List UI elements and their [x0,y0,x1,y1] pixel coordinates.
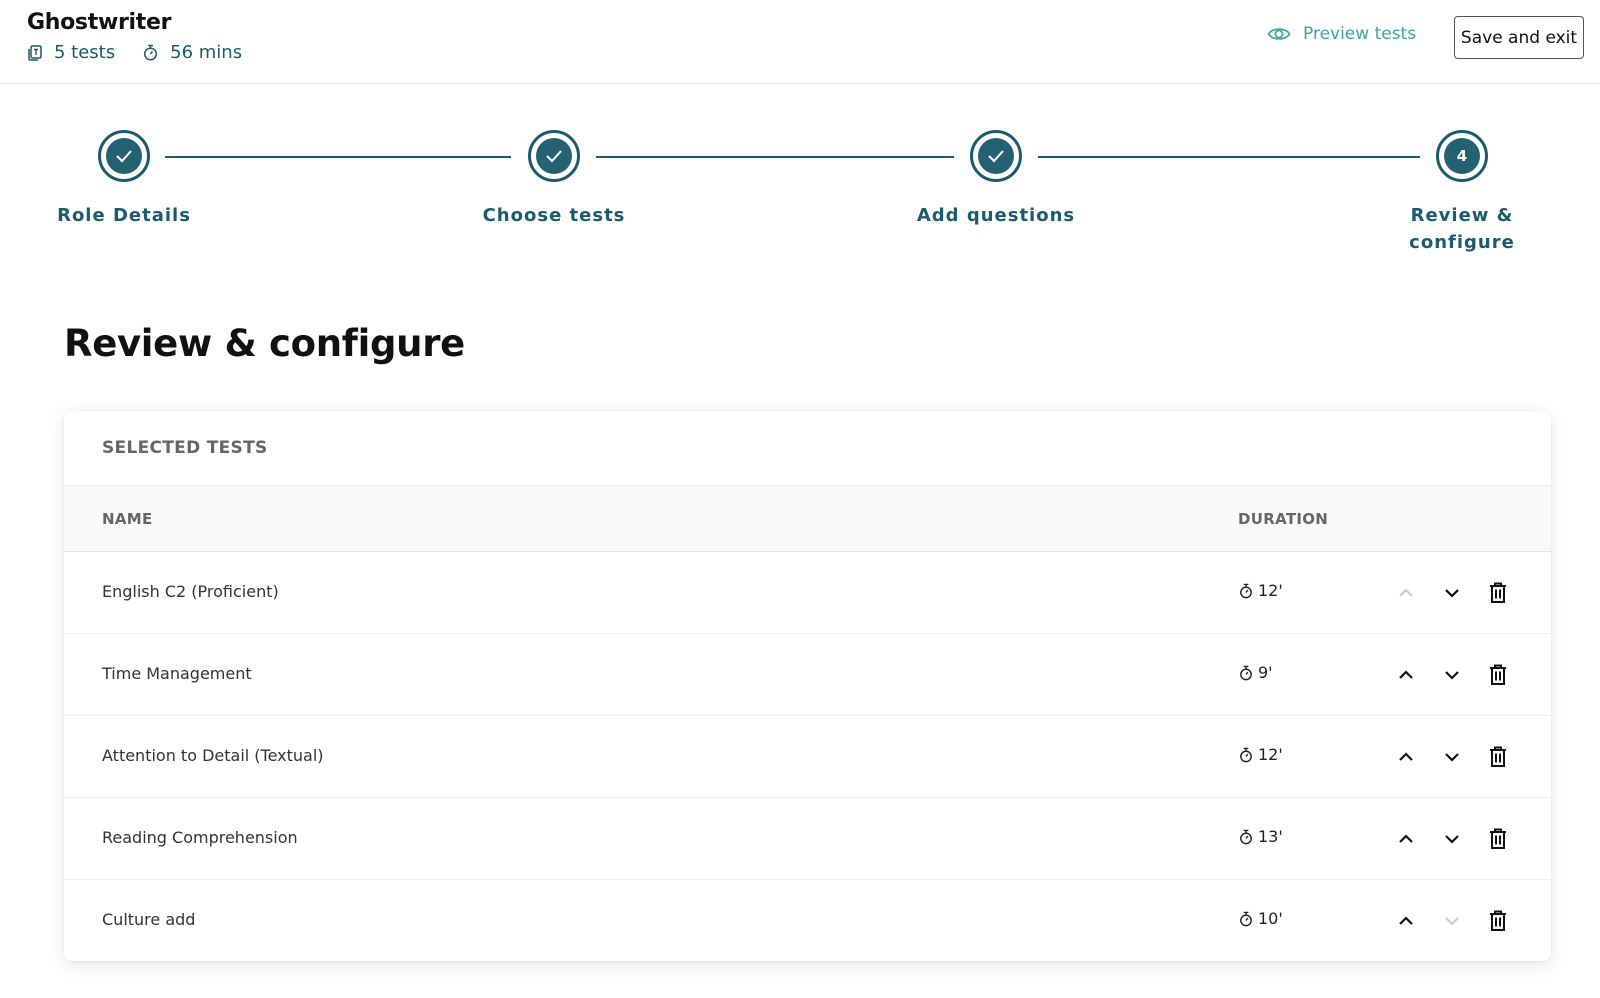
move-down-button [1437,906,1467,936]
stopwatch-icon [1240,829,1252,844]
move-down-button[interactable] [1437,742,1467,772]
chevron-down-icon [1445,671,1459,680]
delete-test-button[interactable] [1483,742,1513,772]
eye-icon [1267,28,1291,40]
save-and-exit-button[interactable]: Save and exit [1454,16,1584,59]
test-name: Time Management [102,664,252,683]
delete-test-button[interactable] [1483,578,1513,608]
top-bar: Ghostwriter 5 tests 56 mins Preview test… [0,0,1600,84]
test-name: Reading Comprehension [102,828,298,847]
test-document-icon [28,44,42,61]
test-duration: 12' [1239,745,1283,764]
step-choose-tests[interactable]: Choose tests [454,130,654,229]
tests-count-text: 5 tests [54,42,116,63]
trash-icon [1490,828,1506,849]
move-up-button[interactable] [1391,742,1421,772]
trash-icon [1490,582,1506,603]
move-up-button [1391,578,1421,608]
test-name: Attention to Detail (Textual) [102,746,324,765]
step-indicator [98,130,150,182]
stopwatch-icon [1240,747,1252,762]
table-row: Culture add 10' [64,880,1551,961]
test-name: Culture add [102,910,196,929]
trash-icon [1490,746,1506,767]
total-duration: 56 mins [143,42,242,63]
step-number: 4 [1444,138,1480,174]
checkmark-icon [116,150,132,163]
trash-icon [1490,664,1506,685]
test-duration-value: 9' [1258,663,1273,682]
delete-test-button[interactable] [1483,824,1513,854]
step-indicator [970,130,1022,182]
step-label: Choose tests [482,205,626,226]
table-row: Reading Comprehension 13' [64,798,1551,880]
move-down-button[interactable] [1437,824,1467,854]
assessment-title: Ghostwriter [27,10,172,35]
test-duration: 13' [1239,827,1283,846]
card-title: SELECTED TESTS [64,411,1551,486]
step-label: Add questions [916,205,1076,226]
chevron-down-icon [1445,753,1459,762]
chevron-up-icon [1399,916,1413,925]
checkmark-icon [546,150,562,163]
preview-tests-button[interactable]: Preview tests [1267,24,1416,44]
delete-test-button[interactable] [1483,660,1513,690]
chevron-up-icon [1399,670,1413,679]
preview-tests-label: Preview tests [1303,24,1417,44]
chevron-up-icon [1399,834,1413,843]
step-indicator [528,130,580,182]
column-header-duration: DURATION [1238,510,1329,528]
stopwatch-icon [144,44,158,61]
stopwatch-icon [1240,911,1252,926]
step-label: Review & configure [1409,205,1515,253]
move-up-button[interactable] [1391,906,1421,936]
column-header-name: NAME [102,510,153,528]
test-duration-value: 13' [1258,827,1283,846]
trash-icon [1490,910,1506,931]
move-up-button[interactable] [1391,660,1421,690]
checkmark-icon [988,150,1004,163]
chevron-up-icon [1399,588,1413,597]
chevron-down-icon [1445,835,1459,844]
selected-tests-card: SELECTED TESTS NAME DURATION English C2 … [64,411,1551,961]
chevron-down-icon [1445,589,1459,598]
stopwatch-icon [1240,583,1252,598]
progress-stepper: Role Details Choose tests Add questions … [0,130,1600,260]
tests-count: 5 tests [28,42,115,63]
step-review-configure[interactable]: 4 Review & configure [1397,130,1527,256]
test-name: English C2 (Proficient) [102,582,279,601]
page-title: Review & configure [64,322,465,365]
test-duration: 12' [1239,581,1283,600]
assessment-meta: 5 tests 56 mins [28,42,270,63]
step-label: Role Details [57,205,191,226]
stopwatch-icon [1240,665,1252,680]
move-up-button[interactable] [1391,824,1421,854]
chevron-down-icon [1445,917,1459,926]
move-down-button[interactable] [1437,660,1467,690]
chevron-up-icon [1399,752,1413,761]
step-role-details[interactable]: Role Details [24,130,224,229]
move-down-button[interactable] [1437,578,1467,608]
test-duration: 9' [1239,663,1273,682]
table-body: English C2 (Proficient) 12' Time Managem… [64,552,1551,961]
table-header: NAME DURATION [64,486,1551,552]
table-row: English C2 (Proficient) 12' [64,552,1551,634]
total-duration-text: 56 mins [170,42,243,63]
step-add-questions[interactable]: Add questions [896,130,1096,229]
table-row: Attention to Detail (Textual) 12' [64,716,1551,798]
test-duration: 10' [1239,909,1283,928]
delete-test-button[interactable] [1483,906,1513,936]
test-duration-value: 12' [1258,581,1283,600]
test-duration-value: 10' [1258,909,1283,928]
table-row: Time Management 9' [64,634,1551,716]
step-indicator: 4 [1436,130,1488,182]
test-duration-value: 12' [1258,745,1283,764]
